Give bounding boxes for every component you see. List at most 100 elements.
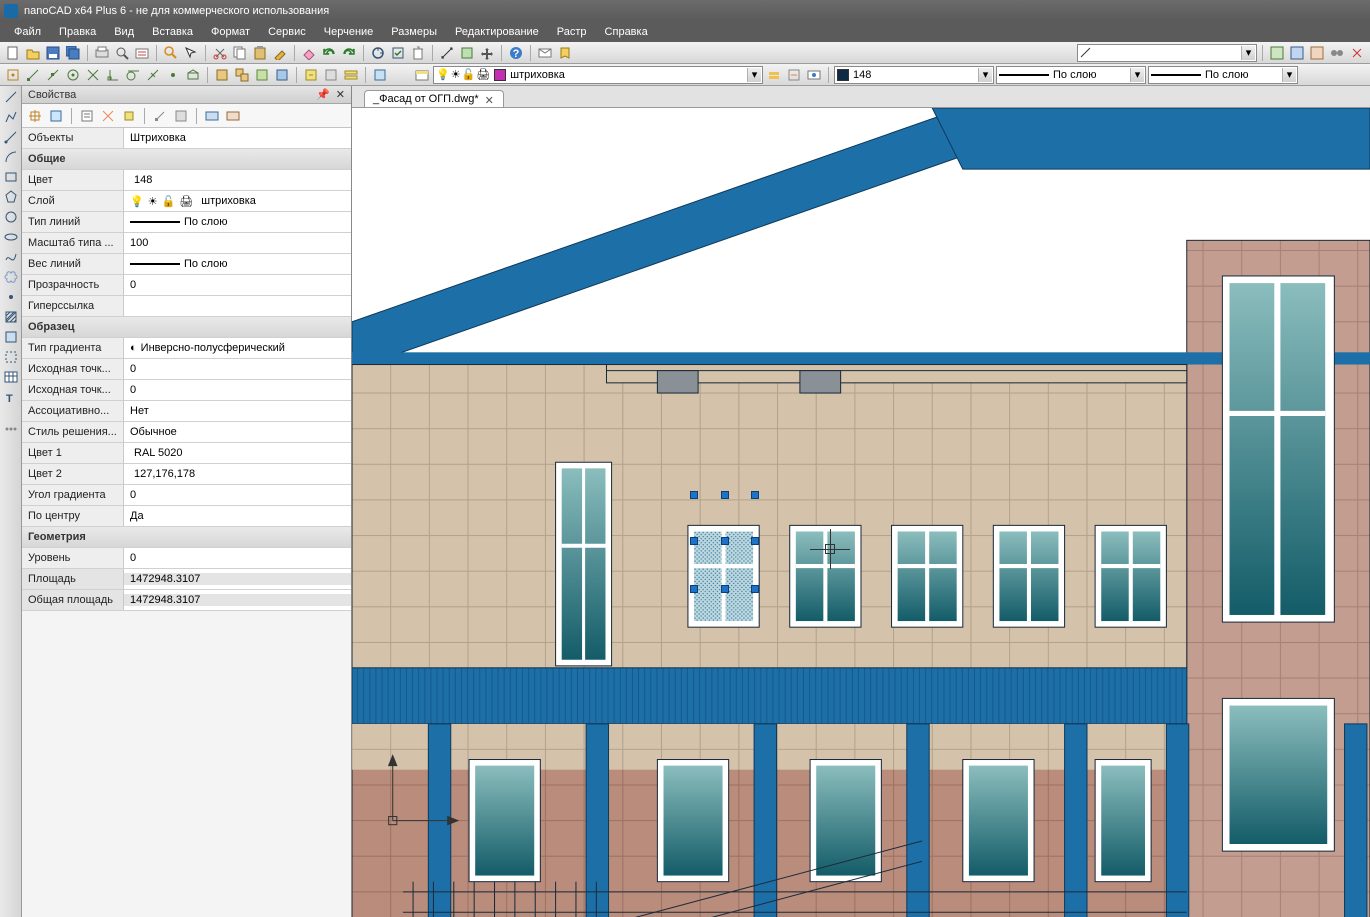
- ptool-1[interactable]: [26, 107, 44, 125]
- osnap-end-btn[interactable]: [24, 66, 42, 84]
- layerprops-btn[interactable]: [413, 66, 431, 84]
- menu-draw[interactable]: Черчение: [316, 24, 382, 40]
- ptool-5[interactable]: [120, 107, 138, 125]
- select-button[interactable]: [182, 44, 200, 62]
- menu-modify[interactable]: Редактирование: [447, 24, 547, 40]
- laytools-btn3[interactable]: [805, 66, 823, 84]
- viewport-btn1[interactable]: [1268, 44, 1286, 62]
- dist-button[interactable]: [438, 44, 456, 62]
- drawing-canvas[interactable]: [352, 108, 1370, 917]
- area-button[interactable]: [458, 44, 476, 62]
- more-tool[interactable]: [2, 420, 20, 438]
- osnap-node-btn[interactable]: [164, 66, 182, 84]
- val-layer[interactable]: 💡☀🔓🖨 штриховка: [124, 195, 351, 208]
- ptool-8[interactable]: [203, 107, 221, 125]
- val-gang[interactable]: 0: [124, 489, 351, 501]
- save-button[interactable]: [44, 44, 62, 62]
- ptool-2[interactable]: [47, 107, 65, 125]
- ray-tool[interactable]: [2, 128, 20, 146]
- layeriso-btn[interactable]: [302, 66, 320, 84]
- circle-tool[interactable]: [2, 208, 20, 226]
- arc-tool[interactable]: [2, 148, 20, 166]
- block-btn3[interactable]: [253, 66, 271, 84]
- menu-dims[interactable]: Размеры: [383, 24, 445, 40]
- val-c1[interactable]: RAL 5020: [124, 447, 351, 459]
- hatch-tool[interactable]: [2, 308, 20, 326]
- layeroff-btn[interactable]: [322, 66, 340, 84]
- table-tool[interactable]: [2, 368, 20, 386]
- block-btn4[interactable]: [273, 66, 291, 84]
- menu-help[interactable]: Справка: [597, 24, 656, 40]
- etransmit-button[interactable]: [536, 44, 554, 62]
- layermgr-btn[interactable]: [342, 66, 360, 84]
- saveall-button[interactable]: [64, 44, 82, 62]
- val-orig2[interactable]: 0: [124, 384, 351, 396]
- erase-button[interactable]: [300, 44, 318, 62]
- layerstate-btn[interactable]: [371, 66, 389, 84]
- osnap-near-btn[interactable]: [144, 66, 162, 84]
- menu-insert[interactable]: Вставка: [144, 24, 201, 40]
- line-tool[interactable]: [2, 88, 20, 106]
- object-type-value[interactable]: Штриховка: [124, 132, 351, 144]
- regen-button[interactable]: [369, 44, 387, 62]
- val-gtype[interactable]: ◐Инверсно-полусферический: [124, 342, 351, 354]
- rect-tool[interactable]: [2, 168, 20, 186]
- plot-button[interactable]: [93, 44, 111, 62]
- ptool-6[interactable]: [151, 107, 169, 125]
- osnap-btn[interactable]: [4, 66, 22, 84]
- polygon-tool[interactable]: [2, 188, 20, 206]
- menu-tools[interactable]: Сервис: [260, 24, 314, 40]
- group-general[interactable]: Общие: [22, 149, 351, 170]
- viewport-btn4[interactable]: [1328, 44, 1346, 62]
- val-color[interactable]: 148: [124, 174, 351, 186]
- viewport-btn5[interactable]: [1348, 44, 1366, 62]
- close-icon[interactable]: ✕: [485, 94, 495, 104]
- ptool-9[interactable]: [224, 107, 242, 125]
- color-combo[interactable]: 148 ▾: [834, 66, 994, 84]
- purge-button[interactable]: [409, 44, 427, 62]
- group-geometry[interactable]: Геометрия: [22, 527, 351, 548]
- linetype-combo[interactable]: По слою ▾: [996, 66, 1146, 84]
- pan-button[interactable]: [478, 44, 496, 62]
- matchprops-button[interactable]: [271, 44, 289, 62]
- menu-file[interactable]: Файл: [6, 24, 49, 40]
- menu-edit[interactable]: Правка: [51, 24, 104, 40]
- style-combo[interactable]: ▾: [1077, 44, 1257, 62]
- spline-tool[interactable]: [2, 248, 20, 266]
- osnap-perp-btn[interactable]: [104, 66, 122, 84]
- val-ltype[interactable]: По слою: [124, 216, 351, 228]
- menu-format[interactable]: Формат: [203, 24, 258, 40]
- group-pattern[interactable]: Образец: [22, 317, 351, 338]
- val-cent[interactable]: Да: [124, 510, 351, 522]
- ptool-4[interactable]: [99, 107, 117, 125]
- boundary-tool[interactable]: [2, 348, 20, 366]
- paste-button[interactable]: [251, 44, 269, 62]
- mtext-tool[interactable]: T: [2, 388, 20, 406]
- ellipse-tool[interactable]: [2, 228, 20, 246]
- laytools-btn1[interactable]: [765, 66, 783, 84]
- script-button[interactable]: [556, 44, 574, 62]
- redo-button[interactable]: [340, 44, 358, 62]
- ptool-3[interactable]: [78, 107, 96, 125]
- laytools-btn2[interactable]: [785, 66, 803, 84]
- block-btn1[interactable]: [213, 66, 231, 84]
- val-lweight[interactable]: По слою: [124, 258, 351, 270]
- osnap-cen-btn[interactable]: [64, 66, 82, 84]
- pline-tool[interactable]: [2, 108, 20, 126]
- preview-button[interactable]: [113, 44, 131, 62]
- viewport-btn2[interactable]: [1288, 44, 1306, 62]
- point-tool[interactable]: [2, 288, 20, 306]
- osnap-ins-btn[interactable]: [184, 66, 202, 84]
- cut-button[interactable]: [211, 44, 229, 62]
- val-transp[interactable]: 0: [124, 279, 351, 291]
- region-tool[interactable]: [2, 328, 20, 346]
- layer-combo[interactable]: 💡 ☀ 🔓 🖨 штриховка ▾: [433, 66, 763, 84]
- help-button[interactable]: ?: [507, 44, 525, 62]
- new-button[interactable]: [4, 44, 22, 62]
- pin-icon[interactable]: 📌: [316, 88, 330, 101]
- copy-button[interactable]: [231, 44, 249, 62]
- menu-view[interactable]: Вид: [106, 24, 142, 40]
- val-style[interactable]: Обычное: [124, 426, 351, 438]
- val-ltscale[interactable]: 100: [124, 237, 351, 249]
- revcloud-tool[interactable]: [2, 268, 20, 286]
